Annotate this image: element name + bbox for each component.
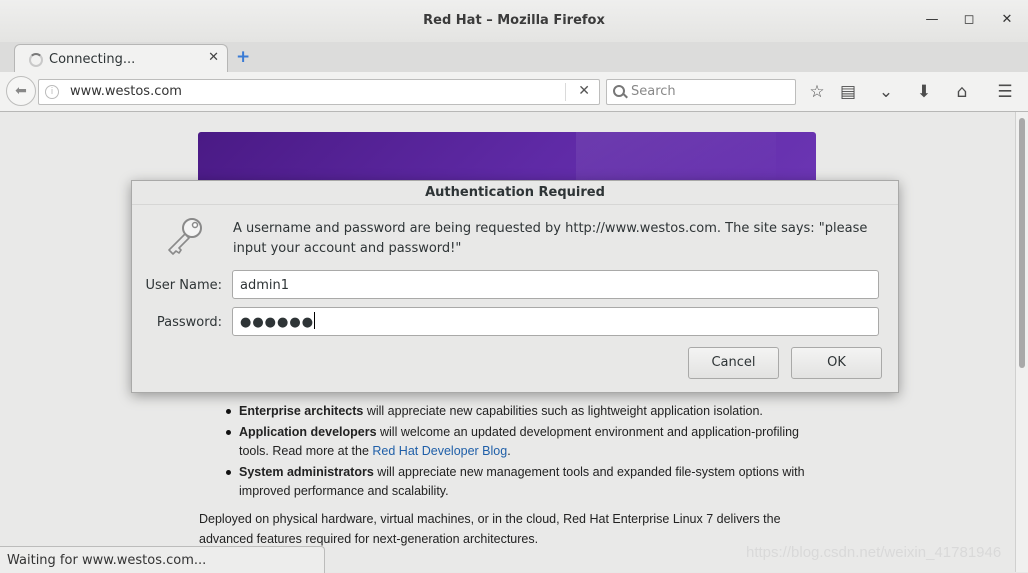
stop-icon[interactable]: ✕ xyxy=(578,83,590,99)
home-icon[interactable]: ⌂ xyxy=(952,82,972,102)
password-mask: ●●●●●● xyxy=(240,315,315,330)
pocket-icon[interactable]: ⌄ xyxy=(876,82,896,102)
item-bold: Application developers xyxy=(239,424,377,439)
status-text: Waiting for www.westos.com... xyxy=(7,553,207,568)
vertical-scrollbar[interactable] xyxy=(1015,112,1028,572)
tab-label: Connecting... xyxy=(49,52,136,67)
search-input[interactable]: Search xyxy=(606,79,796,105)
window-titlebar: Red Hat – Mozilla Firefox — ◻ ✕ xyxy=(0,0,1028,43)
watermark: https://blog.csdn.net/weixin_41781946 xyxy=(746,544,1002,561)
clipboard-icon[interactable]: ▤ xyxy=(838,82,858,102)
dialog-divider xyxy=(132,204,898,205)
download-icon[interactable]: ⬇ xyxy=(914,82,934,102)
new-tab-icon[interactable]: + xyxy=(236,47,250,67)
item-bold: Enterprise architects xyxy=(239,404,364,418)
tab-strip: Connecting... ✕ xyxy=(0,42,1028,73)
url-separator xyxy=(565,83,566,101)
item-after: . xyxy=(507,444,511,458)
item-bold: System administrators xyxy=(239,464,374,479)
username-field[interactable]: admin1 xyxy=(232,270,879,299)
text-caret xyxy=(314,312,316,329)
maximize-icon[interactable]: ◻ xyxy=(961,12,977,28)
search-icon xyxy=(613,85,625,97)
bullet xyxy=(226,409,231,414)
search-placeholder: Search xyxy=(631,84,676,99)
window-title: Red Hat – Mozilla Firefox xyxy=(423,13,605,28)
close-window-icon[interactable]: ✕ xyxy=(999,12,1015,28)
hamburger-menu-icon[interactable]: ☰ xyxy=(995,82,1015,102)
minimize-icon[interactable]: — xyxy=(924,12,940,28)
close-tab-icon[interactable]: ✕ xyxy=(208,50,219,65)
loading-spinner-icon xyxy=(29,53,43,67)
list-item: Application developers will welcome an u… xyxy=(226,423,826,462)
back-arrow-icon[interactable]: ⬅ xyxy=(6,76,36,106)
dialog-title: Authentication Required xyxy=(425,185,605,200)
cancel-button[interactable]: Cancel xyxy=(688,347,779,379)
key-icon xyxy=(168,218,202,255)
page-paragraph: Deployed on physical hardware, virtual m… xyxy=(199,512,781,546)
item-text: will appreciate new capabilities such as… xyxy=(363,404,763,418)
password-label: Password: xyxy=(156,315,222,330)
list-item: Enterprise architects will appreciate ne… xyxy=(226,402,826,422)
feature-list: Enterprise architects will appreciate ne… xyxy=(226,402,826,503)
bullet xyxy=(226,429,231,435)
status-bar: Waiting for www.westos.com... xyxy=(0,546,325,573)
dialog-message: A username and password are being reques… xyxy=(233,221,868,256)
tab-connecting[interactable]: Connecting... ✕ xyxy=(14,44,228,73)
navigation-bar: ⬅ i www.westos.com ✕ Search xyxy=(0,72,1028,112)
username-label: User Name: xyxy=(145,278,223,293)
scrollbar-thumb[interactable] xyxy=(1019,118,1025,368)
star-icon[interactable]: ☆ xyxy=(807,82,827,102)
password-field[interactable]: ●●●●●● xyxy=(232,307,879,336)
url-bar[interactable]: i www.westos.com ✕ xyxy=(38,79,600,105)
info-icon[interactable]: i xyxy=(45,85,59,99)
developer-blog-link[interactable]: Red Hat Developer Blog xyxy=(372,444,507,458)
url-text[interactable]: www.westos.com xyxy=(70,84,182,99)
bullet xyxy=(226,469,231,475)
list-item: System administrators will appreciate ne… xyxy=(226,463,826,502)
auth-dialog: Authentication Required A username and p… xyxy=(131,180,899,393)
ok-button[interactable]: OK xyxy=(791,347,882,379)
